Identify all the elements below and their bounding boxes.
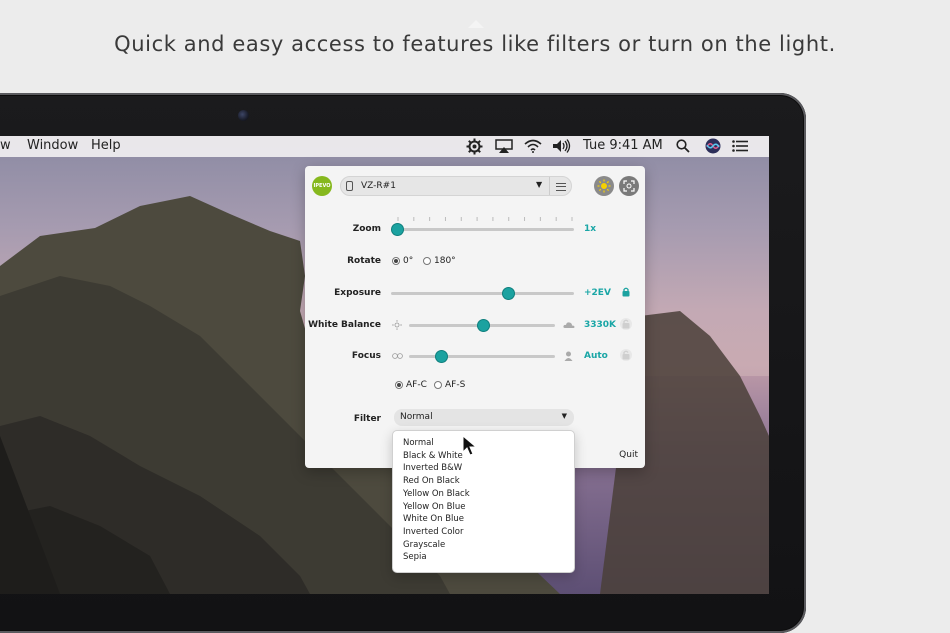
divider [549,177,550,195]
filter-option[interactable]: Red On Black [403,475,574,488]
exposure-slider-thumb[interactable] [502,288,514,299]
sun-icon [597,179,611,193]
sun-small-icon [392,320,402,330]
filter-option[interactable]: White On Blue [403,513,574,526]
filter-option[interactable]: Grayscale [403,539,574,552]
filter-option[interactable]: Normal [403,437,574,450]
wifi-icon[interactable] [524,139,542,153]
chevron-down-icon: ▼ [536,180,543,189]
quit-button[interactable]: Quit [619,450,638,460]
zoom-label: Zoom [352,224,381,234]
focus-slider-thumb[interactable] [435,351,447,362]
focus-label: Focus [351,351,381,361]
zoom-slider-thumb[interactable] [391,224,403,235]
airplay-icon[interactable] [495,139,513,153]
filter-option[interactable]: Yellow On Blue [403,501,574,514]
white-balance-slider-thumb[interactable] [477,320,489,331]
rotate-180-radio[interactable] [423,257,431,265]
rotate-180-label: 180° [434,256,456,266]
exposure-lock-icon[interactable] [620,286,632,298]
focus-value: Auto [584,351,608,361]
menu-item-window[interactable]: Window [27,138,78,153]
zoom-slider-track[interactable] [394,228,574,231]
capture-frame-icon [623,180,635,192]
exposure-slider-track[interactable] [391,292,574,295]
exposure-value: +2EV [584,288,611,298]
settings-menu-icon[interactable] [556,183,566,191]
volume-icon[interactable] [552,139,572,153]
ipevo-control-panel: IPEVO VZ-R#1 ▼ Zoom 1x Rotate 0° 180° Ex… [305,166,645,468]
filter-selected-value: Normal [400,412,433,422]
focus-slider-track[interactable] [409,355,555,358]
macro-icon [392,353,403,359]
filter-option[interactable]: Inverted Color [403,526,574,539]
camera-icon [346,181,353,191]
exposure-label: Exposure [334,288,381,298]
mouse-cursor-icon [462,435,478,456]
mountain-person-icon [564,351,573,361]
zoom-ticks [397,217,573,221]
device-name: VZ-R#1 [361,181,396,191]
filter-dropdown-menu: Normal Black & White Inverted B&W Red On Bl… [392,430,575,573]
siri-icon[interactable] [705,138,721,154]
light-toggle-button[interactable] [594,176,614,196]
white-balance-value: 3330K [584,320,617,330]
af-s-label: AF-S [445,380,466,390]
popover-arrow [468,20,484,28]
search-icon[interactable] [676,139,690,153]
ipevo-gear-icon[interactable] [466,138,483,155]
rotate-0-label: 0° [403,256,414,266]
device-selector[interactable]: VZ-R#1 ▼ [340,176,572,196]
headline: Quick and easy access to features like f… [114,32,836,56]
filter-option[interactable]: Yellow On Black [403,488,574,501]
af-c-label: AF-C [406,380,427,390]
af-s-radio[interactable] [434,381,442,389]
chevron-down-icon: ▼ [561,412,567,420]
ipevo-logo: IPEVO [312,176,332,196]
filter-option[interactable]: Black & White [403,450,574,463]
capture-button[interactable] [619,176,639,196]
rotate-0-radio[interactable] [392,257,400,265]
filter-option[interactable]: Inverted B&W [403,462,574,475]
filter-option[interactable]: Sepia [403,551,574,564]
menu-item-view-partial[interactable]: w [0,138,11,153]
af-c-radio[interactable] [395,381,403,389]
menubar-clock[interactable]: Tue 9:41 AM [583,138,663,153]
zoom-value: 1x [584,224,597,234]
rotate-label: Rotate [347,256,381,266]
webcam [238,110,249,121]
white-balance-label: White Balance [308,320,381,330]
white-balance-unlock-icon[interactable] [620,318,632,330]
filter-select[interactable]: Normal ▼ [394,409,574,426]
notification-center-icon[interactable] [732,140,748,152]
filter-label: Filter [353,414,381,424]
cloud-icon [563,322,575,328]
menu-bar: w Window Help Tue 9:41 AM [0,136,769,157]
focus-unlock-icon[interactable] [620,349,632,361]
menu-item-help[interactable]: Help [91,138,121,153]
